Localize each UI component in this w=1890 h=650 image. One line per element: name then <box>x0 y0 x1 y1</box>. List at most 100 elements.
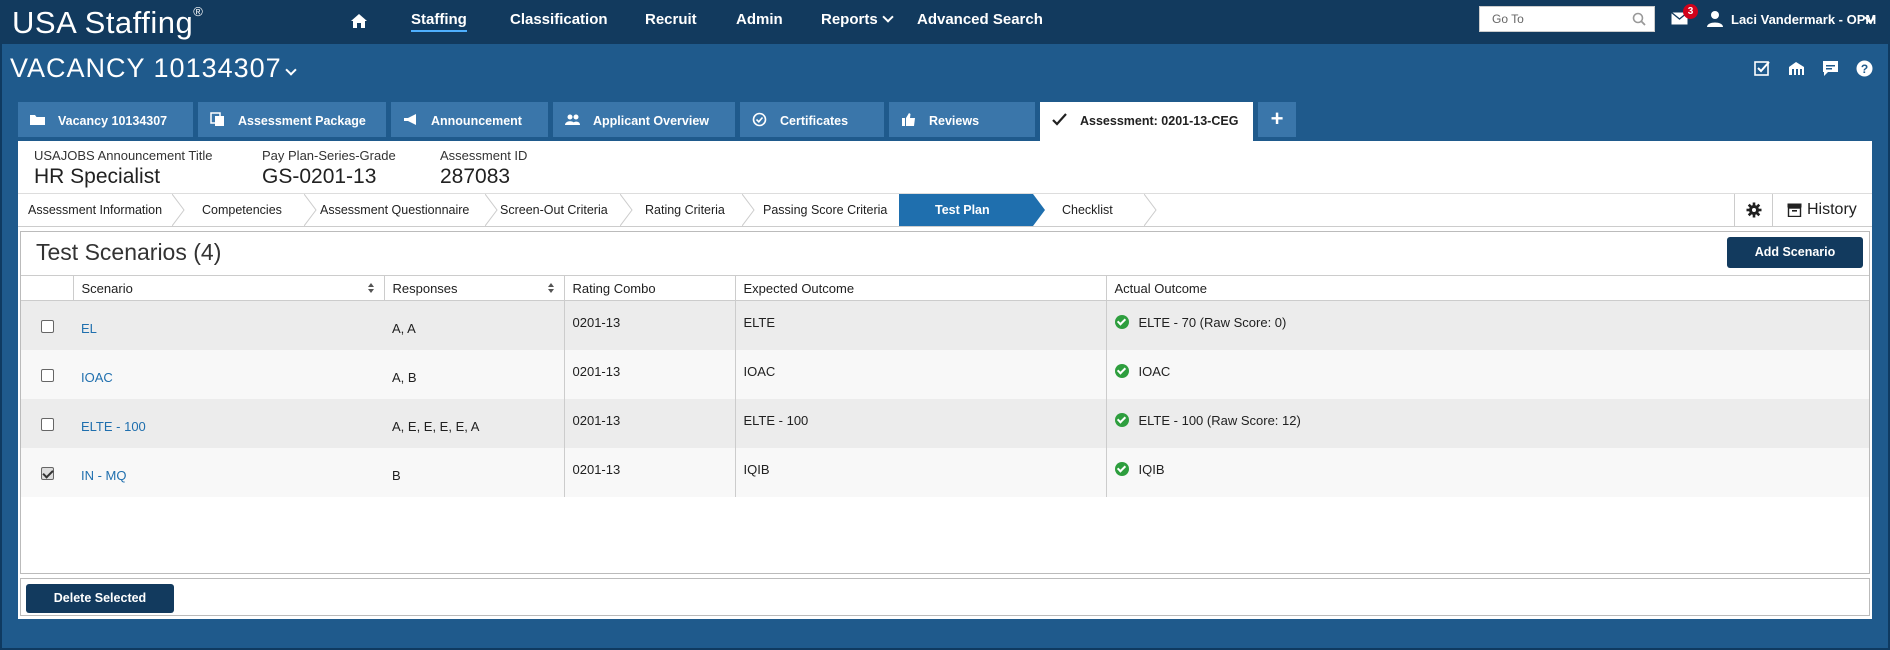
table-row: IOAC A, B 0201-13 IOAC IOAC <box>21 349 1870 399</box>
tab-assessment[interactable]: Assessment: 0201-13-CEG <box>1040 102 1253 142</box>
scenario-link[interactable]: IOAC <box>81 370 384 385</box>
checklist-icon[interactable] <box>1754 60 1771 77</box>
scenario-link[interactable]: EL <box>81 321 384 336</box>
actual-outcome: ELTE - 70 (Raw Score: 0) <box>1114 315 1870 330</box>
goto-input[interactable]: Go To <box>1479 6 1655 32</box>
step-assessment-information[interactable]: Assessment Information <box>28 194 162 226</box>
certificate-icon <box>752 112 767 127</box>
scenario-link[interactable]: IN - MQ <box>81 468 384 483</box>
help-icon[interactable]: ? <box>1856 60 1873 77</box>
actual-outcome: ELTE - 100 (Raw Score: 12) <box>1114 412 1870 428</box>
actual-outcome: IQIB <box>1114 461 1870 477</box>
scenario-link[interactable]: ELTE - 100 <box>81 419 384 434</box>
svg-text:?: ? <box>1861 62 1868 76</box>
announcement-title-field: USAJOBS Announcement Title HR Specialist <box>34 148 212 189</box>
tab-vacancy[interactable]: Vacancy 10134307 <box>18 102 193 137</box>
combo-cell: 0201-13 <box>564 349 736 399</box>
responses-cell: A, A <box>384 300 565 350</box>
actual-cell: ELTE - 70 (Raw Score: 0) <box>1106 300 1870 350</box>
step-active-arrow <box>1033 194 1045 226</box>
tab-certificates[interactable]: Certificates <box>740 102 884 137</box>
column-header-scenario[interactable]: Scenario <box>73 275 385 301</box>
scenario-cell: IN - MQ <box>73 447 384 497</box>
vacancy-title: VACANCY 10134307 <box>10 53 282 83</box>
goto-placeholder: Go To <box>1492 12 1524 26</box>
select-column-header <box>21 275 74 301</box>
tab-reviews[interactable]: Reviews <box>889 102 1035 137</box>
responses-text: A, E, E, E, E, A <box>392 418 480 434</box>
app-logo[interactable]: USA Staffing® <box>12 4 203 41</box>
select-cell <box>21 447 73 497</box>
table-row: ELTE - 100 A, E, E, E, E, A 0201-13 ELTE… <box>21 398 1870 448</box>
scenario-cell: IOAC <box>73 349 384 399</box>
step-separator <box>304 194 317 226</box>
combo-text: 0201-13 <box>572 412 621 428</box>
actual-text: IOAC <box>1138 363 1171 379</box>
settings-button[interactable] <box>1734 194 1772 226</box>
column-header-actual-outcome: Actual Outcome <box>1106 275 1869 301</box>
row-checkbox[interactable] <box>41 417 54 431</box>
add-scenario-button[interactable]: Add Scenario <box>1727 237 1863 268</box>
step-bar: Assessment Information Competencies Asse… <box>18 193 1872 227</box>
tab-announcement[interactable]: Announcement <box>391 102 548 137</box>
nav-staffing[interactable]: Staffing <box>411 11 467 32</box>
column-label: Responses <box>392 280 458 296</box>
field-value: GS-0201-13 <box>262 165 377 188</box>
row-checkbox[interactable] <box>41 466 54 480</box>
step-screen-out-criteria[interactable]: Screen-Out Criteria <box>500 194 608 226</box>
user-menu[interactable]: Laci Vandermark - OPM <box>1731 12 1876 27</box>
step-passing-score-criteria[interactable]: Passing Score Criteria <box>763 194 887 226</box>
archive-icon <box>1787 203 1802 217</box>
search-icon[interactable] <box>1632 12 1646 26</box>
logo-text: USA Staffing <box>12 5 194 40</box>
step-separator <box>620 194 633 226</box>
home-icon[interactable] <box>350 12 368 30</box>
column-header-responses[interactable]: Responses <box>384 275 565 301</box>
step-assessment-questionnaire[interactable]: Assessment Questionnaire <box>320 194 469 226</box>
step-checklist[interactable]: Checklist <box>1062 194 1113 226</box>
history-button[interactable]: History <box>1772 194 1872 226</box>
comment-icon[interactable] <box>1822 60 1839 77</box>
nav-classification[interactable]: Classification <box>510 11 608 28</box>
step-separator <box>742 194 755 226</box>
field-value: HR Specialist <box>34 165 161 188</box>
expected-text: ELTE <box>743 315 776 330</box>
tab-label: Announcement <box>431 114 522 128</box>
table-header-row: Scenario Responses Rating Combo Expected… <box>21 275 1869 301</box>
expected-cell: ELTE <box>735 300 1107 350</box>
field-label: Pay Plan-Series-Grade <box>262 148 396 163</box>
add-tab-button[interactable]: + <box>1258 102 1296 137</box>
step-test-plan[interactable]: Test Plan <box>899 194 1033 226</box>
step-competencies[interactable]: Competencies <box>202 194 282 226</box>
folder-icon <box>30 115 45 125</box>
sort-icon[interactable] <box>367 282 374 294</box>
row-checkbox[interactable] <box>41 320 54 333</box>
field-label: USAJOBS Announcement Title <box>34 148 213 163</box>
tab-applicant-overview[interactable]: Applicant Overview <box>553 102 735 137</box>
nav-advanced-search[interactable]: Advanced Search <box>917 11 1043 28</box>
tab-assessment-package[interactable]: Assessment Package <box>198 102 386 137</box>
top-nav: USA Staffing® Staffing Classification Re… <box>0 0 1890 44</box>
row-checkbox[interactable] <box>41 368 54 382</box>
nav-admin[interactable]: Admin <box>736 11 783 28</box>
tab-label: Assessment Package <box>238 114 366 128</box>
delete-selected-button[interactable]: Delete Selected <box>26 584 174 613</box>
tab-label: Reviews <box>929 114 980 128</box>
mail-count-badge: 3 <box>1683 4 1698 19</box>
table-row: EL A, A 0201-13 ELTE ELTE - 70 (Raw Scor… <box>21 300 1870 350</box>
nav-recruit[interactable]: Recruit <box>645 11 697 28</box>
assessment-panel: USAJOBS Announcement Title HR Specialist… <box>18 141 1872 619</box>
responses-text: B <box>392 467 401 483</box>
check-circle-icon <box>1114 315 1129 329</box>
building-icon[interactable] <box>1788 60 1805 77</box>
scenarios-footer: Delete Selected <box>20 578 1870 616</box>
nav-reports[interactable]: Reports <box>821 11 894 28</box>
field-label: Assessment ID <box>440 148 528 163</box>
combo-cell: 0201-13 <box>564 398 736 448</box>
step-rating-criteria[interactable]: Rating Criteria <box>645 194 725 226</box>
combo-cell: 0201-13 <box>564 300 736 350</box>
sort-icon[interactable] <box>547 282 554 294</box>
section-title: Test Scenarios (4) <box>36 239 222 265</box>
select-cell <box>21 398 73 448</box>
actual-outcome: IOAC <box>1114 363 1870 379</box>
